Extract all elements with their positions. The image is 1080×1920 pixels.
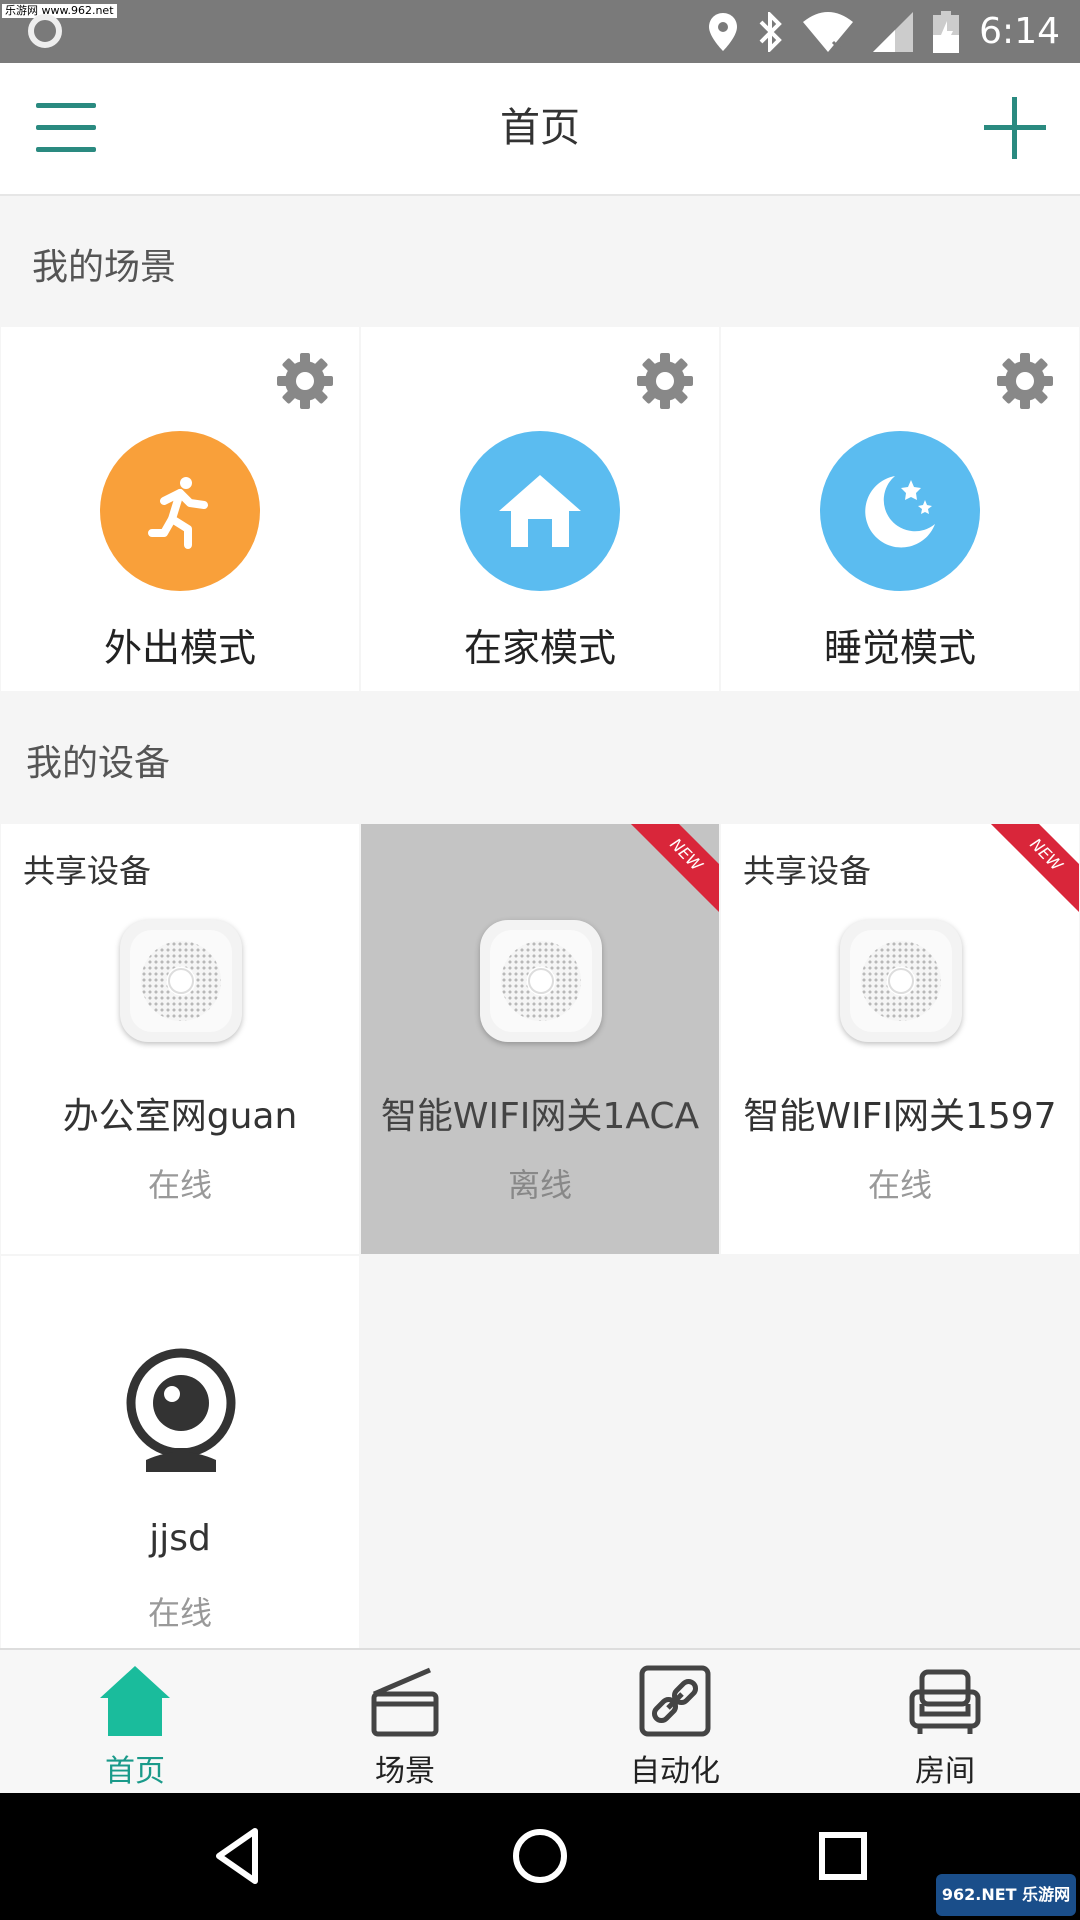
clock: 6:14 [979, 11, 1060, 52]
back-icon[interactable] [205, 1823, 271, 1889]
device-card[interactable]: 共享设备 办公室网guan 在线 [1, 824, 359, 1254]
device-status: 在线 [147, 1594, 212, 1632]
corner-watermark: 962.NET 乐游网 [936, 1874, 1076, 1916]
add-button[interactable] [984, 97, 1046, 159]
gear-icon[interactable] [995, 351, 1055, 411]
new-badge: NEW [980, 824, 1079, 921]
moon-stars-icon [865, 476, 935, 548]
device-card[interactable]: NEW 智能WIFI网关1ACA 离线 [361, 824, 719, 1254]
running-person-icon [148, 477, 208, 549]
bluetooth-icon [759, 11, 782, 52]
device-name: jjsd [149, 1518, 211, 1559]
nav-home[interactable]: 首页 [0, 1650, 270, 1795]
signal-icon [873, 11, 914, 52]
nav-label: 首页 [105, 1754, 165, 1789]
device-name: 办公室网guan [62, 1096, 298, 1137]
gateway-device-icon [840, 920, 962, 1042]
devices-section-title: 我的设备 [26, 743, 171, 784]
nav-rooms[interactable]: 房间 [810, 1650, 1080, 1795]
recents-icon[interactable] [810, 1823, 876, 1889]
device-name: 智能WIFI网关1ACA [380, 1096, 700, 1137]
scene-name: 外出模式 [103, 626, 256, 670]
scene-name: 睡觉模式 [823, 626, 976, 670]
home-icon [499, 475, 581, 547]
link-icon [639, 1665, 711, 1737]
device-card[interactable]: NEW 共享设备 智能WIFI网关1597 在线 [721, 824, 1079, 1254]
device-name: 智能WIFI网关1597 [743, 1096, 1057, 1137]
shared-device-label: 共享设备 [743, 852, 872, 890]
app-bar: 首页 [0, 63, 1080, 196]
scene-icon-circle [820, 431, 980, 591]
nav-scenes[interactable]: 场景 [270, 1650, 540, 1795]
wifi-icon [803, 11, 854, 52]
page-title: 首页 [500, 105, 580, 151]
battery-icon [933, 10, 960, 53]
scenes-section-title: 我的场景 [32, 247, 177, 288]
bottom-navigation: 首页 场景 自动化 房间 [0, 1648, 1080, 1795]
nav-label: 房间 [915, 1754, 975, 1789]
location-icon [709, 12, 738, 51]
scene-icon-circle [460, 431, 620, 591]
camera-icon [126, 1348, 236, 1472]
scene-card-away[interactable]: 外出模式 [1, 327, 359, 691]
device-status: 在线 [867, 1166, 932, 1204]
device-status: 在线 [147, 1166, 212, 1204]
gear-icon[interactable] [635, 351, 695, 411]
device-card[interactable]: jjsd 在线 [1, 1256, 359, 1648]
watermark: 乐游网 www.962.net [2, 4, 117, 18]
nav-label: 自动化 [630, 1754, 720, 1789]
shared-device-label: 共享设备 [23, 852, 152, 890]
scene-name: 在家模式 [463, 626, 616, 670]
device-status: 离线 [507, 1166, 572, 1204]
home-circle-icon[interactable] [507, 1823, 573, 1889]
sofa-icon [909, 1669, 981, 1734]
home-icon [100, 1666, 170, 1736]
scene-icon-circle [100, 431, 260, 591]
system-navigation-bar: 962.NET 乐游网 [0, 1793, 1080, 1920]
new-badge: NEW [620, 824, 719, 921]
scene-card-sleep[interactable]: 睡觉模式 [721, 327, 1079, 691]
gateway-device-icon [480, 920, 602, 1042]
gear-icon[interactable] [275, 351, 335, 411]
notification-ring-icon [28, 14, 62, 48]
nav-label: 场景 [375, 1754, 435, 1789]
status-icons: 6:14 [709, 0, 1060, 63]
gateway-device-icon [120, 920, 242, 1042]
scene-card-home[interactable]: 在家模式 [361, 327, 719, 691]
clapperboard-icon [371, 1667, 439, 1737]
status-bar: 乐游网 www.962.net 6:14 [0, 0, 1080, 63]
nav-automation[interactable]: 自动化 [540, 1650, 810, 1795]
